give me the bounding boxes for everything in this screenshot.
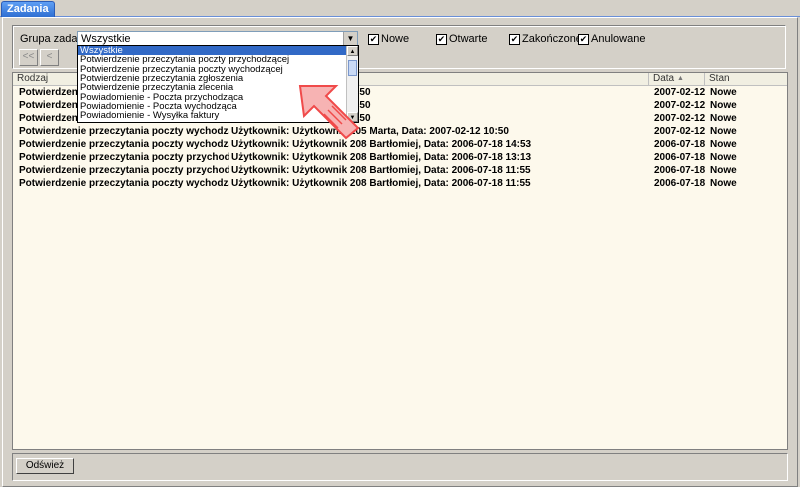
chevron-down-icon[interactable]: ▼ (343, 32, 357, 46)
cell-status: Nowe (710, 139, 737, 150)
group-select-value: Wszystkie (81, 33, 131, 45)
checkbox-2[interactable]: ✔ (509, 34, 520, 45)
checkbox-label: Nowe (381, 33, 410, 45)
checkbox-label: Otwarte (449, 33, 488, 45)
first-page-button[interactable]: << (19, 49, 38, 66)
cell-date: 2007-02-12 (654, 100, 706, 111)
cell-date: 2006-07-18 (654, 152, 706, 163)
cell-date: 2007-02-12 (654, 113, 706, 124)
checkbox-0[interactable]: ✔ (368, 34, 379, 45)
cell-desc: Użytkownik: Użytkownik 208 Bartłomiej, D… (231, 165, 531, 176)
cell-type: Potwierdzenie przeczytania poczty przych… (19, 165, 229, 176)
cell-status: Nowe (710, 100, 737, 111)
cell-date: 2006-07-18 (654, 178, 706, 189)
cell-date: 2006-07-18 (654, 165, 706, 176)
table-row[interactable]: Potwierdzenie przeczytania poczty przych… (13, 164, 787, 177)
sort-asc-icon: ▲ (677, 75, 684, 82)
table-row[interactable]: Potwierdzenie przeczytania poczty wychod… (13, 138, 787, 151)
cell-status: Nowe (710, 178, 737, 189)
cell-type: Potwierdzenie przeczytania poczty wychod… (19, 126, 229, 137)
tab-bar: Zadania (0, 0, 800, 17)
cell-desc: Użytkownik: Użytkownik 208 Bartłomiej, D… (231, 178, 531, 189)
cell-desc: Użytkownik: Użytkownik 208 Bartłomiej, D… (231, 139, 532, 150)
column-header-status[interactable]: Stan (705, 73, 787, 85)
checkbox-1[interactable]: ✔ (436, 34, 447, 45)
cell-desc: Użytkownik: Użytkownik 208 Bartłomiej, D… (231, 152, 532, 163)
prev-page-button[interactable]: < (40, 49, 59, 66)
pointer-arrow-icon (298, 85, 360, 140)
scroll-thumb[interactable] (348, 60, 357, 76)
cell-date: 2006-07-18 (654, 139, 706, 150)
task-grid: Rodzaj Data ▲ Stan Potwierdzenie przeczy… (12, 72, 788, 450)
table-row[interactable]: Potwierdzenie przeczytania poczty przych… (13, 151, 787, 164)
cell-desc: Użytkownik: Użytkownik 205 Marta, Data: … (231, 126, 509, 137)
cell-date: 2007-02-12 (654, 126, 706, 137)
cell-type: Potwierdzenie przeczytania poczty przych… (19, 152, 229, 163)
column-header-date-label: Data (653, 73, 675, 84)
cell-status: Nowe (710, 87, 737, 98)
table-row[interactable]: Potwierdzenie przeczytania poczty wychod… (13, 125, 787, 138)
column-header-date[interactable]: Data ▲ (649, 73, 705, 85)
group-label: Grupa zadań (20, 33, 84, 45)
cell-date: 2007-02-12 (654, 87, 706, 98)
cell-status: Nowe (710, 126, 737, 137)
tab-zadania[interactable]: Zadania (1, 1, 55, 17)
checkbox-3[interactable]: ✔ (578, 34, 589, 45)
checkbox-label: Zakończone (522, 33, 582, 45)
cell-status: Nowe (710, 152, 737, 163)
cell-status: Nowe (710, 113, 737, 124)
cell-status: Nowe (710, 165, 737, 176)
cell-type: Potwierdzenie przeczytania poczty wychod… (19, 139, 229, 150)
footer-panel (12, 453, 788, 481)
scroll-up-icon[interactable]: ▲ (347, 46, 358, 56)
refresh-button[interactable]: Odśwież (16, 458, 74, 474)
checkbox-label: Anulowane (591, 33, 646, 45)
cell-type: Potwierdzenie przeczytania poczty wychod… (19, 178, 229, 189)
table-row[interactable]: Potwierdzenie przeczytania poczty wychod… (13, 177, 787, 190)
